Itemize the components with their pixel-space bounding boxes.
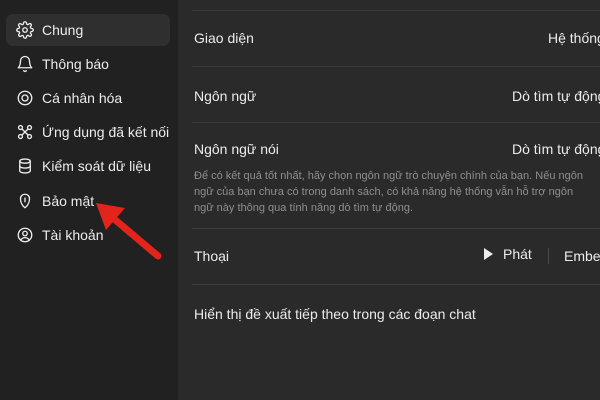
vertical-divider bbox=[548, 248, 549, 264]
sidebar-item-connected-apps[interactable]: Ứng dụng đã kết nối bbox=[6, 116, 170, 148]
sidebar-item-notifications[interactable]: Thông báo bbox=[6, 48, 170, 80]
settings-sidebar: Chung Thông báo Cá nhân hóa Ứng dụng đã … bbox=[0, 0, 178, 400]
divider bbox=[192, 228, 600, 229]
language-dropdown[interactable]: Dò tìm tự động bbox=[512, 88, 600, 104]
sidebar-item-label: Ứng dụng đã kết nối bbox=[42, 124, 170, 140]
sidebar-item-label: Kiểm soát dữ liệu bbox=[42, 158, 151, 174]
language-label: Ngôn ngữ bbox=[194, 88, 257, 104]
sidebar-item-label: Bảo mật bbox=[42, 193, 95, 209]
gear-icon bbox=[16, 21, 34, 39]
theme-dropdown[interactable]: Hệ thống bbox=[548, 30, 600, 46]
bell-icon bbox=[16, 55, 34, 73]
follow-up-suggestions-label: Hiển thị đề xuất tiếp theo trong các đoạ… bbox=[194, 306, 476, 322]
theme-label: Giao diện bbox=[194, 30, 254, 46]
sidebar-item-data-controls[interactable]: Kiểm soát dữ liệu bbox=[6, 150, 170, 182]
play-voice-button[interactable]: Phát bbox=[484, 246, 532, 262]
divider bbox=[192, 66, 600, 67]
sidebar-item-label: Cá nhân hóa bbox=[42, 90, 123, 106]
spoken-language-label: Ngôn ngữ nói bbox=[194, 141, 279, 157]
database-icon bbox=[16, 157, 34, 175]
connected-apps-icon bbox=[16, 123, 34, 141]
play-label: Phát bbox=[503, 246, 532, 262]
divider bbox=[192, 10, 600, 11]
play-icon bbox=[484, 248, 493, 260]
sidebar-item-label: Thông báo bbox=[42, 56, 109, 72]
voice-dropdown[interactable]: Ember bbox=[564, 248, 600, 264]
spoken-language-dropdown[interactable]: Dò tìm tự động bbox=[512, 141, 600, 157]
voice-label: Thoại bbox=[194, 248, 230, 264]
sidebar-item-label: Tài khoản bbox=[42, 227, 104, 243]
settings-content: Giao diện Hệ thống Ngôn ngữ Dò tìm tự độ… bbox=[178, 0, 600, 400]
spoken-language-helper-text: Để có kết quả tốt nhất, hãy chọn ngôn ng… bbox=[194, 170, 583, 214]
sidebar-item-general[interactable]: Chung bbox=[6, 14, 170, 46]
sidebar-item-personalization[interactable]: Cá nhân hóa bbox=[6, 82, 170, 114]
sidebar-item-security[interactable]: Bảo mật bbox=[6, 185, 170, 217]
account-icon bbox=[16, 226, 34, 244]
divider bbox=[192, 284, 600, 285]
settings-window: Chung Thông báo Cá nhân hóa Ứng dụng đã … bbox=[0, 0, 600, 400]
divider bbox=[192, 122, 600, 123]
security-icon bbox=[16, 192, 34, 210]
sidebar-item-label: Chung bbox=[42, 22, 84, 38]
personalize-icon bbox=[16, 89, 34, 107]
sidebar-item-account[interactable]: Tài khoản bbox=[6, 219, 170, 251]
